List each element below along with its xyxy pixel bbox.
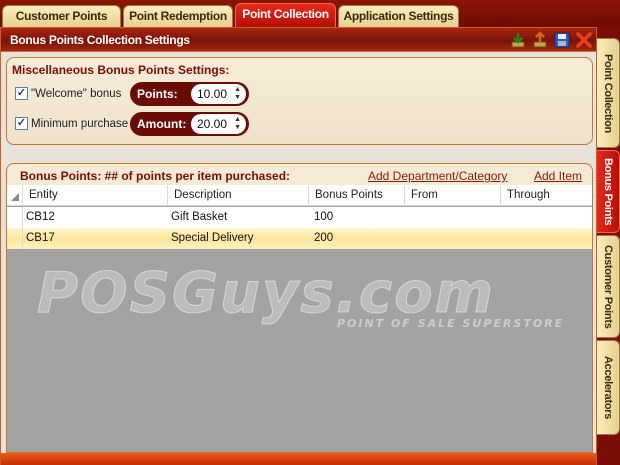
cell-entity[interactable]: CB12 [23,207,55,228]
side-tab-bonus-points[interactable]: Bonus Points [597,150,620,233]
welcome-bonus-checkbox[interactable]: ✓ [15,87,28,100]
minimum-purchase-label: Minimum purchase [31,117,129,130]
import-icon[interactable] [508,30,528,50]
side-tab-accelerators-label: Accelerators [602,355,614,420]
cell-description[interactable]: Special Delivery [168,228,253,249]
bonus-points-grid-group: Bonus Points: ## of points per item purc… [6,163,593,453]
tab-customer-points[interactable]: Customer Points [2,5,121,27]
column-entity[interactable]: Entity [23,185,168,206]
minimum-purchase-checkbox-row[interactable]: ✓ Minimum purchase [15,117,128,130]
tab-application-settings[interactable]: Application Settings [338,5,459,27]
welcome-bonus-label: "Welcome" bonus [31,87,122,100]
side-tab-customer-points[interactable]: Customer Points [597,235,620,338]
cell-entity[interactable]: CB17 [23,228,55,249]
side-tab-customer-points-label: Customer Points [602,244,614,329]
welcome-bonus-checkbox-row[interactable]: ✓ "Welcome" bonus [15,87,121,100]
panel-header: Bonus Points Collection Settings [1,28,596,52]
points-stepper[interactable]: 10.00 ▲ ▼ [191,84,246,104]
tab-point-collection[interactable]: Point Collection [235,3,336,27]
table-header: Entity Description Bonus Points From Thr… [7,185,592,206]
cell-from[interactable] [405,207,408,228]
amount-stepper-arrows[interactable]: ▲ ▼ [234,116,241,132]
amount-field: Amount: 20.00 ▲ ▼ [130,112,249,136]
table-row[interactable]: CB17 Special Delivery 200 [7,228,592,249]
side-tab-point-collection-label: Point Collection [602,53,614,133]
misc-settings-title: Miscellaneous Bonus Points Settings: [12,63,230,77]
column-from[interactable]: From [405,185,501,206]
cell-through[interactable] [501,207,504,228]
amount-stepper[interactable]: 20.00 ▲ ▼ [191,114,246,134]
column-through[interactable]: Through [501,185,592,206]
row-header[interactable] [7,228,23,249]
side-tab-bonus-points-label: Bonus Points [602,157,614,226]
points-value: 10.00 [197,87,228,101]
amount-label: Amount: [137,117,187,131]
top-tab-bar: Customer Points Point Redemption Point C… [0,0,620,27]
side-tab-point-collection[interactable]: Point Collection [597,38,620,148]
side-tab-accelerators[interactable]: Accelerators [597,340,620,435]
save-icon[interactable] [552,30,572,50]
grid-header: Bonus Points: ## of points per item purc… [7,164,592,184]
points-field: Points: 10.00 ▲ ▼ [130,82,249,106]
add-department-link[interactable]: Add Department/Category [368,169,507,183]
add-item-link[interactable]: Add Item [534,169,582,183]
export-icon[interactable] [530,30,550,50]
main-panel: Bonus Points Collection Settings Miscell… [0,27,597,465]
panel-toolbar [508,30,594,50]
table-row[interactable]: CB12 Gift Basket 100 [7,207,592,228]
minimum-purchase-checkbox[interactable]: ✓ [15,117,28,130]
cell-bonus-points[interactable]: 200 [311,228,333,249]
column-description[interactable]: Description [168,185,309,206]
panel-bottom-bar [1,453,596,465]
misc-settings-group: Miscellaneous Bonus Points Settings: ✓ "… [6,57,593,145]
posguys-watermark-tagline: POINT OF SALE SUPERSTORE [337,317,565,330]
panel-title: Bonus Points Collection Settings [10,33,190,47]
close-icon[interactable] [574,30,594,50]
amount-value: 20.00 [197,117,228,131]
points-stepper-arrows[interactable]: ▲ ▼ [234,86,241,102]
cell-from[interactable] [405,228,408,249]
grid-title: Bonus Points: ## of points per item purc… [20,169,291,183]
cell-through[interactable] [501,228,504,249]
row-header[interactable] [7,207,23,228]
cell-bonus-points[interactable]: 100 [311,207,333,228]
cell-description[interactable]: Gift Basket [168,207,227,228]
tab-point-redemption[interactable]: Point Redemption [123,5,233,27]
points-label: Points: [137,87,178,101]
select-all-corner[interactable] [7,185,23,206]
bonus-points-table: Entity Description Bonus Points From Thr… [7,185,592,452]
column-bonus-points[interactable]: Bonus Points [309,185,405,206]
